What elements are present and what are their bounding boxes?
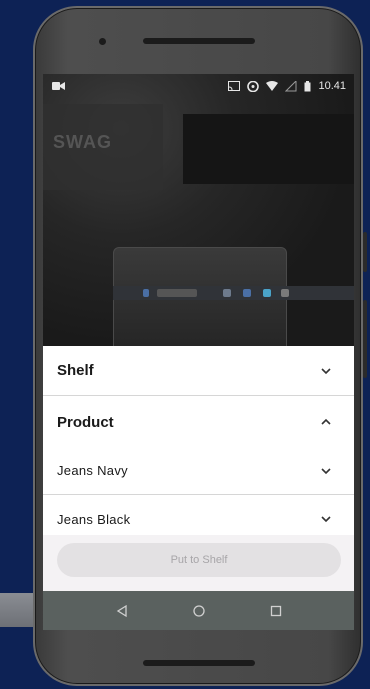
bottom-sheet: Shelf Product Jeans Navy Jeans Black Put (43, 346, 354, 630)
status-time: 10.41 (318, 80, 346, 92)
home-icon[interactable] (192, 604, 206, 618)
system-nav-bar (43, 591, 354, 630)
cast-icon (228, 80, 241, 91)
status-icons: 10.41 (228, 80, 346, 92)
chevron-down-icon (321, 467, 331, 474)
bottom-speaker (143, 660, 255, 666)
product-accordion-header[interactable]: Product (43, 397, 354, 447)
top-speaker (143, 38, 255, 44)
signal-icon (285, 80, 297, 91)
shelf-accordion-header[interactable]: Shelf (43, 346, 354, 396)
camera-window (183, 114, 354, 184)
put-to-shelf-button[interactable]: Put to Shelf (57, 543, 341, 577)
phone-screen: SWAG 10.41 Shelf Product Jeans Navy Jean… (43, 74, 354, 630)
product-item-label: Jeans Black (57, 511, 131, 527)
front-camera (99, 38, 106, 45)
wifi-icon (266, 80, 279, 91)
product-item[interactable]: Jeans Navy (43, 447, 354, 495)
product-item-label: Jeans Navy (57, 463, 128, 478)
back-icon[interactable] (115, 604, 129, 618)
video-camera-icon (52, 82, 65, 90)
camera-preview: SWAG 10.41 (43, 74, 354, 347)
shelf-label: Shelf (57, 362, 94, 379)
sheet-footer: Put to Shelf (43, 535, 354, 591)
chevron-down-icon (321, 516, 331, 523)
camera-laptop-taskbar (113, 286, 354, 300)
volume-button (363, 232, 367, 272)
power-button (363, 300, 367, 378)
camera-wall-text: SWAG (53, 132, 113, 152)
product-label: Product (57, 413, 114, 431)
battery-icon (304, 80, 311, 91)
alarm-icon (247, 80, 260, 92)
status-bar: 10.41 (43, 74, 354, 100)
chevron-down-icon (321, 367, 331, 374)
chevron-up-icon (321, 418, 331, 425)
recents-icon[interactable] (269, 604, 283, 618)
